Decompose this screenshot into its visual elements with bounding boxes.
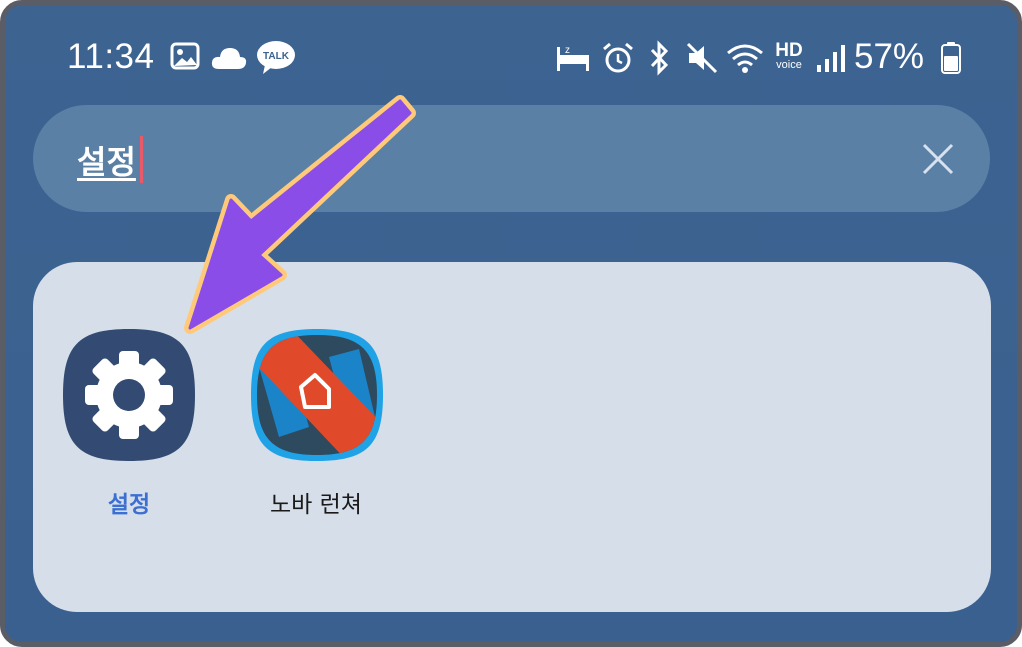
svg-text:TALK: TALK: [263, 51, 290, 62]
alarm-icon: [603, 42, 633, 73]
battery-icon: [941, 42, 961, 74]
hd-voice-icon: HD voice: [775, 40, 803, 71]
clock-time: 11:34: [67, 37, 155, 76]
wifi-icon: [727, 44, 763, 73]
battery-percent: 57%: [854, 37, 925, 76]
app-result-nova-launcher[interactable]: 노바 런쳐: [249, 327, 399, 518]
text-cursor: [140, 136, 143, 183]
mute-icon: [686, 42, 718, 74]
search-results-panel: 설정 노바 런쳐: [33, 262, 991, 612]
nova-launcher-icon: [251, 329, 383, 461]
bluetooth-icon: [650, 40, 669, 76]
search-bar[interactable]: 설정: [33, 105, 990, 212]
sleep-mode-icon: z: [557, 45, 589, 71]
app-result-settings[interactable]: 설정: [61, 327, 197, 518]
cloud-icon: [211, 48, 247, 69]
svg-text:z: z: [565, 45, 570, 56]
app-search-screen: 11:34 TALK z HD voice 57% 설정 설정 노바 런쳐: [0, 0, 1022, 647]
gallery-icon: [170, 42, 200, 70]
kakaotalk-icon: TALK: [257, 41, 295, 74]
signal-icon: [817, 45, 845, 72]
status-bar: 11:34 TALK z HD voice 57%: [5, 5, 1017, 105]
app-label-settings: 설정: [107, 492, 151, 518]
search-input[interactable]: 설정: [77, 137, 136, 183]
app-label-nova-launcher: 노바 런쳐: [270, 492, 362, 518]
gear-icon: [63, 329, 195, 461]
close-icon[interactable]: [920, 141, 956, 177]
